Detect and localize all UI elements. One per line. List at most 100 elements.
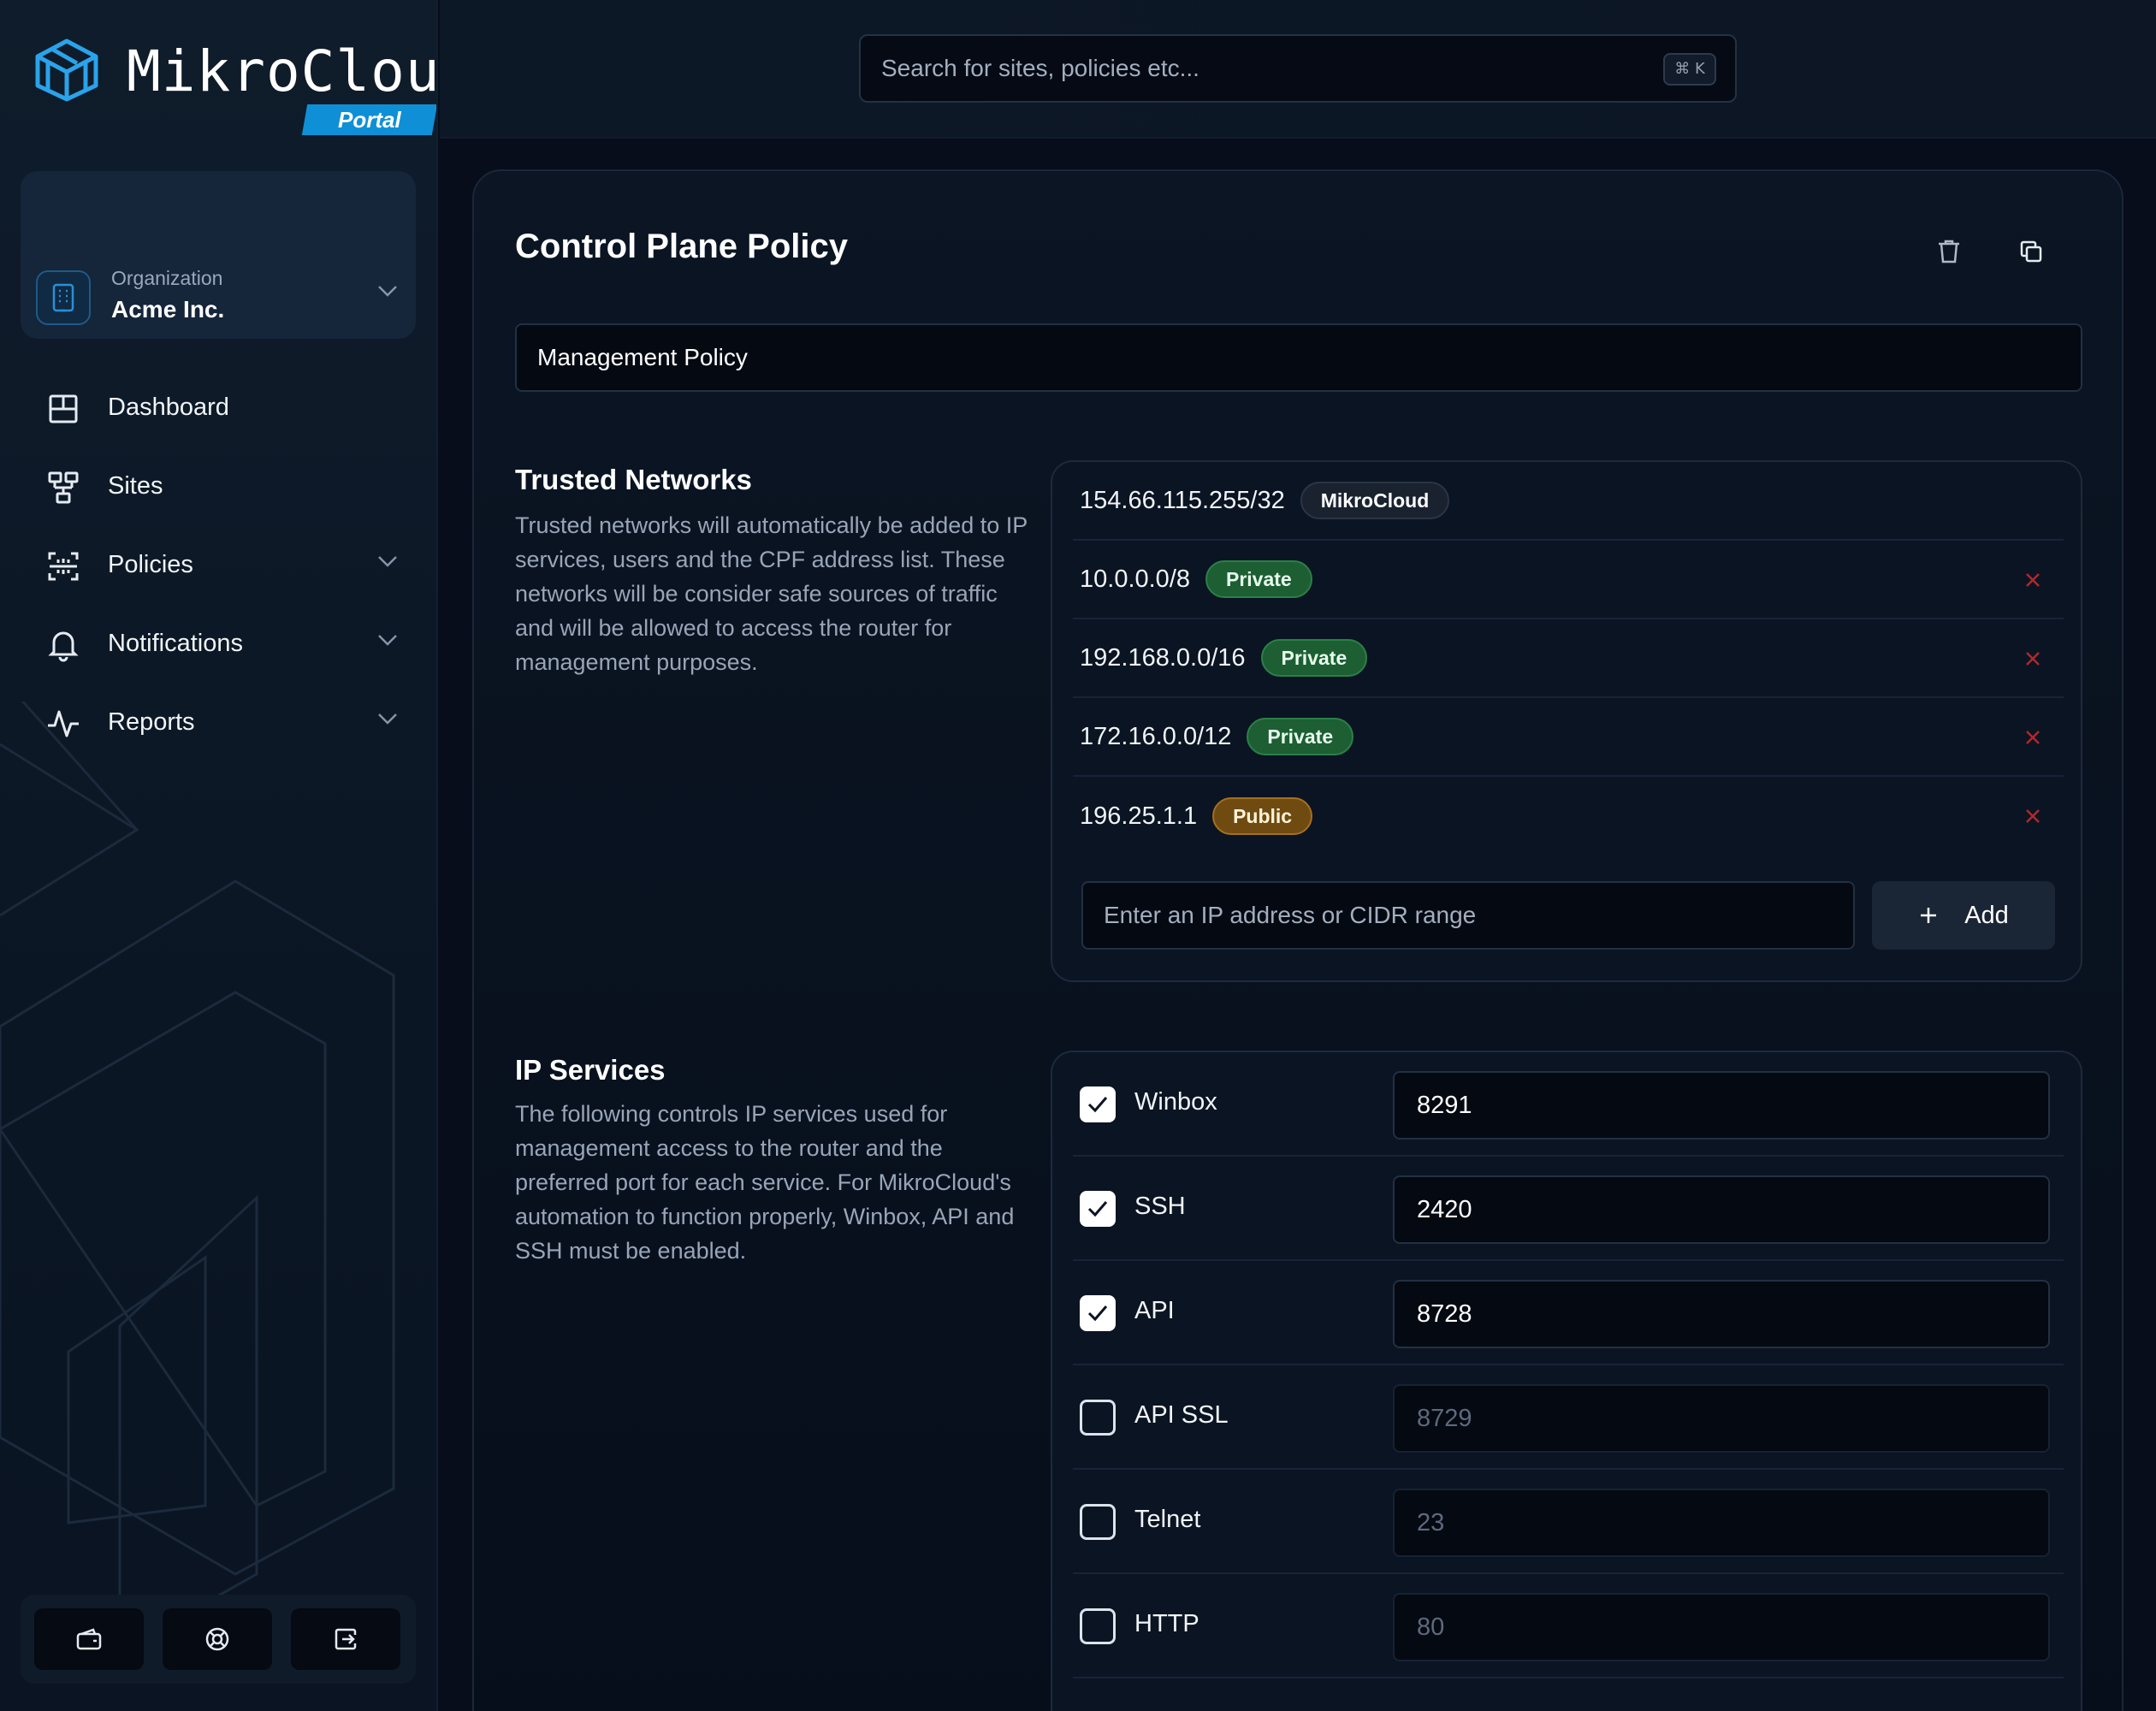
service-checkbox[interactable] [1080,1400,1116,1436]
close-icon[interactable] [2021,647,2045,671]
checkmark-icon [1087,1097,1108,1113]
trusted-networks-description: Trusted networks will automatically be a… [515,512,1028,675]
logout-icon [335,1628,357,1650]
nav-item-sites[interactable]: Sites [0,447,436,525]
bell-icon [48,631,79,662]
activity-icon [48,710,79,737]
brand-name: MikroCloud [127,38,438,104]
support-icon [205,1627,229,1651]
port-field [1393,1280,2050,1348]
close-icon[interactable] [2021,568,2045,592]
sidebar: MikroCloud Portal Organization Acme Inc.… [0,0,438,1711]
cube-logo-icon [35,38,98,102]
ip-services-title: IP Services [515,1054,666,1086]
service-checkbox[interactable] [1080,1504,1116,1540]
trusted-networks-title: Trusted Networks [515,464,752,495]
background-decoration [0,702,395,1643]
close-icon[interactable] [2021,725,2045,749]
ip-address-field [1081,881,1855,950]
service-name: SSH [1134,1193,1186,1220]
network-row: 172.16.0.0/12 Private [1073,698,2064,777]
network-tag-public: Public [1212,797,1313,835]
service-row-api: API [1073,1261,2064,1365]
nav-item-reports[interactable]: Reports [0,683,436,761]
search-input[interactable] [861,36,1735,101]
port-input[interactable] [1395,1073,2048,1138]
network-tag-private: Private [1260,639,1368,677]
port-input[interactable] [1395,1177,2048,1242]
service-name: Winbox [1134,1088,1217,1116]
service-checkbox[interactable] [1080,1191,1116,1227]
sidebar-footer-actions [21,1595,416,1684]
policies-icon [48,552,79,581]
port-field [1393,1593,2050,1661]
network-address: 192.168.0.0/16 [1080,643,1246,672]
service-row-telnet: Telnet [1073,1470,2064,1574]
nav-label: Sites [108,471,163,500]
wallet-button[interactable] [34,1608,144,1670]
port-input[interactable] [1395,1282,2048,1347]
logout-button[interactable] [291,1608,400,1670]
nav-label: Notifications [108,629,243,657]
brand-tag: Portal [301,104,436,135]
chevron-down-icon [378,556,397,567]
ip-address-input[interactable] [1083,883,1853,948]
main-navigation: Dashboard Sites Policies Notifications R… [0,368,436,761]
add-network-button[interactable]: Add [1872,881,2055,950]
global-search: ⌘ K [859,34,1737,103]
copy-icon [2020,240,2042,263]
organization-label: Organization [111,267,223,289]
organization-name: Acme Inc. [111,296,225,323]
duplicate-button[interactable] [2005,226,2057,277]
close-icon[interactable] [2021,804,2045,828]
port-field [1393,1071,2050,1140]
port-input[interactable] [1395,1490,2048,1555]
plus-icon [1921,908,1937,923]
service-checkbox[interactable] [1080,1086,1116,1122]
service-row-ssh: SSH [1073,1157,2064,1261]
top-bar: ⌘ K [440,0,2156,139]
network-row: 192.168.0.0/16 Private [1073,619,2064,698]
nav-label: Policies [108,550,193,578]
nav-item-notifications[interactable]: Notifications [0,604,436,683]
checkmark-icon [1087,1305,1108,1322]
nav-label: Reports [108,707,195,736]
port-input[interactable] [1395,1595,2048,1660]
network-tag-mikrocloud: MikroCloud [1300,482,1450,519]
port-field [1393,1489,2050,1557]
network-address: 172.16.0.0/12 [1080,722,1232,750]
service-name: HTTP [1134,1610,1199,1637]
chevron-down-icon [378,713,397,725]
keyboard-shortcut: ⌘ K [1663,53,1716,86]
brand-logo[interactable]: MikroCloud Portal [34,38,436,137]
service-row-http: HTTP [1073,1574,2064,1678]
port-input[interactable] [1395,1386,2048,1451]
nav-item-policies[interactable]: Policies [0,525,436,604]
page-title: Control Plane Policy [515,228,848,265]
checkmark-icon [1087,1201,1108,1217]
add-label: Add [1964,901,2009,929]
network-address: 154.66.115.255/32 [1080,486,1285,514]
service-checkbox[interactable] [1080,1608,1116,1644]
network-row: 196.25.1.1 Public [1073,777,2064,856]
service-checkbox[interactable] [1080,1295,1116,1331]
support-button[interactable] [163,1608,272,1670]
nav-label: Dashboard [108,393,229,421]
network-tag-private: Private [1247,718,1354,755]
policy-card: Control Plane Policy Trusted Networks Tr… [472,169,2123,1711]
nav-item-dashboard[interactable]: Dashboard [0,368,436,447]
trash-icon [1939,240,1959,263]
delete-button[interactable] [1923,226,1975,277]
sites-icon [48,471,79,504]
policy-name-input[interactable] [517,325,2081,390]
service-name: Telnet [1134,1506,1201,1533]
network-row: 10.0.0.0/8 Private [1073,541,2064,619]
wallet-icon [76,1628,102,1650]
service-name: API [1134,1297,1175,1324]
service-row-winbox: Winbox [1073,1052,2064,1157]
service-row-api-ssl: API SSL [1073,1365,2064,1470]
network-row: 154.66.115.255/32 MikroCloud [1073,462,2064,541]
network-address: 196.25.1.1 [1080,802,1198,830]
organization-switcher[interactable]: Organization Acme Inc. [21,171,416,339]
network-address: 10.0.0.0/8 [1080,565,1190,593]
